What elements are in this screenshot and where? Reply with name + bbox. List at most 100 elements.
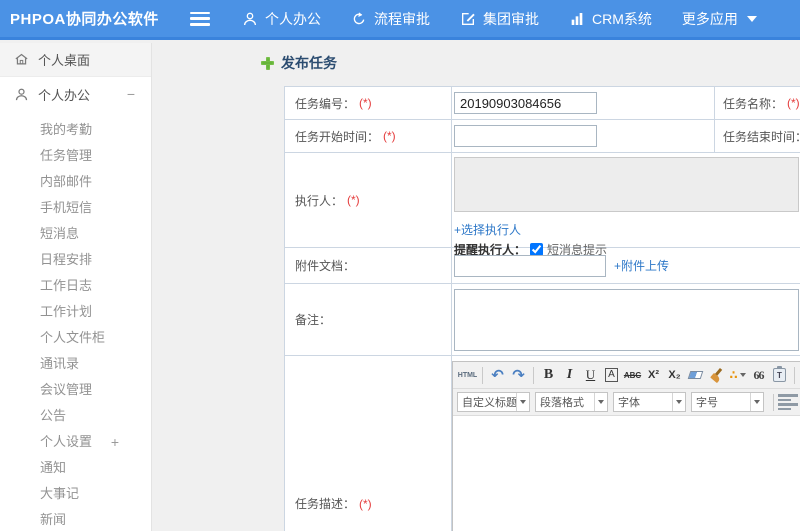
font-family-dropdown[interactable]: 字体 — [613, 392, 686, 412]
required-mark: (*) — [359, 96, 372, 110]
caret-down-icon — [739, 373, 746, 377]
sidebar-item-label: 个人设置 — [40, 434, 93, 449]
attachment-upload-link[interactable]: +附件上传 — [614, 257, 669, 274]
bold-button[interactable]: B — [538, 365, 559, 386]
sidebar-item-personal-office[interactable]: 个人办公 − — [0, 77, 151, 111]
strikethrough-button[interactable]: ABC — [622, 365, 643, 386]
superscript-button[interactable]: X² — [643, 365, 664, 386]
task-number-label: 任务编号： (*) — [285, 87, 452, 119]
sidebar-item-mobile-sms[interactable]: 手机短信 — [0, 195, 151, 221]
eraser-button[interactable] — [685, 365, 706, 386]
sidebar-item-announcement[interactable]: 公告 — [0, 403, 151, 429]
editor-toolbar-row1: HTML ↶ ↷ B I U A ABC X² X₂ ∴ 66 T — [453, 362, 800, 389]
sidebar-item-work-plan[interactable]: 工作计划 — [0, 299, 151, 325]
underline-button[interactable]: U — [580, 365, 601, 386]
sidebar-item-short-message[interactable]: 短消息 — [0, 221, 151, 247]
html-source-button[interactable]: HTML — [457, 365, 478, 386]
sidebar-item-internal-mail[interactable]: 内部邮件 — [0, 169, 151, 195]
redo-button[interactable]: ↷ — [508, 365, 529, 386]
sidebar-item-news[interactable]: 新闻 — [0, 507, 151, 531]
form-row-start-time: 任务开始时间：(*) 任务结束时间：(*) — [285, 120, 800, 153]
form-row-remark: 备注： — [285, 284, 800, 356]
select-executor-link[interactable]: +选择执行人 — [454, 221, 799, 238]
caret-down-icon — [750, 393, 763, 411]
brush-icon — [709, 367, 723, 384]
description-label: 任务描述： (*) — [285, 356, 452, 531]
magic-format-button[interactable]: ∴ — [727, 365, 748, 386]
home-icon — [14, 52, 29, 67]
required-mark: (*) — [383, 129, 396, 143]
nav-item-more-apps[interactable]: 更多应用 — [682, 9, 757, 29]
collapse-icon[interactable]: − — [127, 86, 135, 102]
nav-item-group-approval[interactable]: 集团审批 — [460, 9, 539, 29]
toolbar-separator — [482, 366, 483, 384]
subscript-button[interactable]: X₂ — [664, 365, 685, 386]
task-number-input[interactable] — [454, 92, 597, 114]
sidebar-sublist: 我的考勤 任务管理 内部邮件 手机短信 短消息 日程安排 工作日志 工作计划 个… — [0, 111, 151, 531]
top-nav: PHPOA协同办公软件 个人办公 流程审批 集团审批 CRM系统 更多应用 — [0, 0, 800, 40]
toolbar-separator — [533, 366, 534, 384]
form-row-attachment: 附件文档： +附件上传 — [285, 248, 800, 284]
add-icon — [261, 56, 274, 70]
sidebar-item-meeting[interactable]: 会议管理 — [0, 377, 151, 403]
user-icon — [242, 11, 258, 27]
editor-content-area[interactable] — [453, 416, 800, 531]
nav-item-label: 个人办公 — [265, 10, 321, 27]
start-time-input[interactable] — [454, 125, 597, 147]
nav-item-label: 更多应用 — [681, 10, 738, 27]
remark-label: 备注： — [285, 284, 452, 355]
user-icon — [14, 87, 29, 102]
caret-down-icon — [516, 393, 529, 411]
paste-text-button[interactable]: T — [769, 365, 790, 386]
blockquote-button[interactable]: 66 — [748, 365, 769, 386]
sidebar-item-label: 个人桌面 — [38, 53, 91, 68]
main-content: 发布任务 任务编号：(*) 任务名称：(*) 任务开始时间：(*) 任务结束时 — [153, 43, 800, 531]
form-row-description: 任务描述： (*) HTML ↶ ↷ B I U A ABC X² X₂ ∴ 6… — [285, 356, 800, 531]
page-title-text: 发布任务 — [281, 55, 337, 71]
eraser-icon — [687, 371, 704, 379]
custom-title-dropdown[interactable]: 自定义标题 — [457, 392, 530, 412]
attachment-input[interactable] — [454, 254, 606, 277]
nav-menu: 个人办公 流程审批 集团审批 CRM系统 更多应用 — [242, 9, 787, 29]
page-title: 发布任务 — [261, 53, 337, 73]
format-brush-button[interactable] — [706, 365, 727, 386]
required-mark: (*) — [359, 496, 372, 511]
sidebar-item-personal-settings[interactable]: 个人设置 + — [0, 429, 151, 455]
nav-item-label: 集团审批 — [483, 10, 539, 27]
sidebar-item-notification[interactable]: 通知 — [0, 455, 151, 481]
executor-box[interactable] — [454, 157, 799, 212]
italic-button[interactable]: I — [559, 365, 580, 386]
sidebar-item-task-management[interactable]: 任务管理 — [0, 143, 151, 169]
required-mark: (*) — [787, 96, 800, 110]
sidebar-item-schedule[interactable]: 日程安排 — [0, 247, 151, 273]
remark-textarea[interactable] — [454, 288, 799, 351]
sidebar-item-events[interactable]: 大事记 — [0, 481, 151, 507]
nav-item-process-approval[interactable]: 流程审批 — [351, 9, 430, 29]
sidebar-item-desktop[interactable]: 个人桌面 — [0, 43, 151, 77]
align-left-button[interactable] — [778, 392, 798, 412]
editor-toolbar-row2: 自定义标题 段落格式 字体 字号 — [453, 389, 800, 416]
font-size-dropdown[interactable]: 字号 — [691, 392, 764, 412]
process-icon — [351, 11, 367, 27]
end-time-label: 任务结束时间：(*) — [714, 120, 800, 152]
caret-down-icon — [672, 393, 685, 411]
nav-item-personal-office[interactable]: 个人办公 — [242, 9, 321, 29]
required-mark: (*) — [347, 193, 360, 207]
sidebar-item-file-cabinet[interactable]: 个人文件柜 — [0, 325, 151, 351]
executor-label: 执行人： (*) — [285, 153, 452, 247]
edit-icon — [460, 11, 476, 27]
undo-button[interactable]: ↶ — [487, 365, 508, 386]
nav-item-crm[interactable]: CRM系统 — [569, 9, 652, 29]
sidebar-item-contacts[interactable]: 通讯录 — [0, 351, 151, 377]
nav-item-label: CRM系统 — [592, 10, 652, 27]
menu-toggle-icon[interactable] — [190, 11, 210, 26]
expand-icon[interactable]: + — [111, 429, 119, 455]
publish-task-form: 任务编号：(*) 任务名称：(*) 任务开始时间：(*) 任务结束时间：(*) — [284, 86, 800, 531]
font-border-button[interactable]: A — [601, 365, 622, 386]
sidebar-item-work-log[interactable]: 工作日志 — [0, 273, 151, 299]
caret-down-icon — [594, 393, 607, 411]
paragraph-format-dropdown[interactable]: 段落格式 — [535, 392, 608, 412]
nav-item-label: 流程审批 — [374, 10, 430, 27]
clipboard-icon: T — [773, 366, 786, 382]
sidebar-item-attendance[interactable]: 我的考勤 — [0, 117, 151, 143]
